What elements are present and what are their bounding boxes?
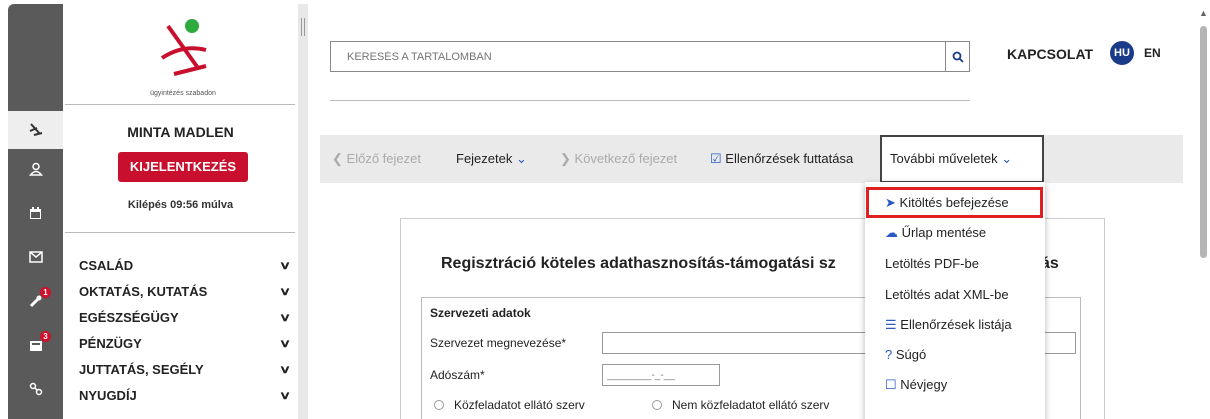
checkbox-checked-icon: ☑ [710, 151, 722, 166]
inbox-icon[interactable]: 3 [8, 326, 63, 364]
icon-rail: 1 3 [8, 4, 63, 419]
chevron-down-icon: ⌄ [1001, 151, 1013, 166]
chevron-down-icon: ∨ [278, 259, 292, 272]
search-icon [952, 51, 964, 63]
help-icon: ? [885, 347, 893, 362]
brand-logo[interactable]: ügyintézés szabadon [138, 18, 228, 98]
tax-number-field[interactable] [602, 364, 720, 386]
menu-item-help[interactable]: ? Súgó [865, 340, 1045, 370]
form-title: Regisztráció köteles adathasznosítás-tám… [441, 255, 836, 272]
chevron-down-icon: ∨ [278, 363, 292, 376]
nav-item-label: NYUGDÍJ [79, 387, 137, 403]
cloud-upload-icon: ☁ [885, 225, 898, 240]
next-chapter-button[interactable]: ❯ Következő fejezet [560, 135, 677, 183]
run-checks-button[interactable]: ☑ Ellenőrzések futtatása [710, 135, 853, 183]
calendar-icon[interactable] [8, 194, 63, 232]
nav-item-csalad[interactable]: CSALÁD ∨ [79, 254, 292, 276]
chevron-down-icon: ∨ [278, 311, 292, 324]
skier-logo-icon[interactable] [8, 111, 63, 149]
link-icon[interactable] [8, 370, 63, 408]
session-timer: Kilépés 09:56 múlva [127, 199, 234, 211]
panel-divider[interactable] [298, 4, 308, 419]
scrollbar-thumb[interactable] [1200, 26, 1207, 258]
lang-hu-button[interactable]: HU [1110, 41, 1134, 65]
radio-public-option[interactable]: Közfeladatot ellátó szerv [434, 398, 585, 412]
more-actions-menu: ➤ Kitöltés befejezése ☁ Űrlap mentése Le… [865, 182, 1045, 419]
nav-item-label: OKTATÁS, KUTATÁS [79, 283, 208, 299]
notification-badge: 3 [40, 331, 51, 342]
user-icon[interactable] [8, 150, 63, 188]
menu-item-xml[interactable]: Letöltés adat XML-be [865, 280, 1045, 310]
chevron-down-icon: ∨ [278, 337, 292, 350]
radio-button[interactable] [434, 400, 444, 410]
nav-item-label: EGÉSZSÉGÜGY [79, 309, 179, 325]
nav-item-egeszsegugy[interactable]: EGÉSZSÉGÜGY ∨ [79, 306, 292, 328]
radio-button[interactable] [652, 400, 662, 410]
nav-item-nyugdij[interactable]: NYUGDÍJ ∨ [79, 384, 292, 406]
search-bar [330, 41, 970, 72]
menu-item-label: Letöltés adat XML-be [885, 287, 1009, 302]
menu-item-label: Súgó [895, 347, 927, 362]
nav-item-penzugy[interactable]: PÉNZÜGY ∨ [79, 332, 292, 354]
menu-item-label: Letöltés PDF-be [885, 256, 979, 271]
menu-item-label: Ellenőrzések listája [900, 317, 1012, 332]
more-actions-dropdown[interactable]: További műveletek ⌄ [880, 135, 1044, 183]
nav-item-label: JUTTATÁS, SEGÉLY [79, 361, 204, 377]
chevron-down-icon: ∨ [278, 285, 292, 298]
menu-item-label: Űrlap mentése [901, 225, 987, 240]
nav-item-juttatas[interactable]: JUTTATÁS, SEGÉLY ∨ [79, 358, 292, 380]
nav-item-label: PÉNZÜGY [79, 335, 142, 351]
nav-item-label: CSALÁD [79, 257, 134, 273]
notification-badge: 1 [40, 287, 51, 298]
next-chapter-label: Következő fejezet [574, 151, 678, 166]
org-name-label: Szervezet megnevezése* [430, 336, 567, 350]
menu-item-pdf[interactable]: Letöltés PDF-be [865, 249, 1045, 279]
chevron-down-icon: ⌄ [516, 151, 527, 166]
form-toolbar: ❮ Előző fejezet Fejezetek ⌄ ❯ Következő … [320, 135, 1183, 183]
lang-en-button[interactable]: EN [1144, 46, 1161, 60]
divider [65, 232, 295, 233]
menu-item-finish[interactable]: ➤ Kitöltés befejezése [866, 187, 1043, 218]
send-icon: ➤ [885, 195, 896, 210]
square-icon: ☐ [885, 377, 897, 392]
header-divider [330, 100, 970, 101]
logo-caption: ügyintézés szabadon [150, 90, 216, 97]
chapters-label: Fejezetek [456, 151, 513, 166]
contact-link[interactable]: KAPCSOLAT [1007, 46, 1093, 62]
menu-item-save[interactable]: ☁ Űrlap mentése [865, 218, 1045, 248]
tax-number-label: Adószám* [430, 368, 485, 382]
search-button[interactable] [945, 42, 969, 71]
menu-item-label: Kitöltés befejezése [899, 195, 1009, 210]
menu-item-label: Névjegy [900, 377, 948, 392]
radio-label: Nem közfeladatot ellátó szerv [672, 398, 830, 412]
resize-grip-icon[interactable] [301, 18, 305, 36]
more-actions-label: További műveletek [890, 151, 998, 166]
chevron-left-icon: ❮ [332, 151, 343, 166]
chevron-right-icon: ❯ [560, 151, 571, 166]
divider [65, 104, 295, 105]
prev-chapter-label: Előző fejezet [346, 151, 421, 166]
menu-item-about[interactable]: ☐ Névjegy [865, 370, 1045, 400]
nav-item-oktatas[interactable]: OKTATÁS, KUTATÁS ∨ [79, 280, 292, 302]
section-title: Szervezeti adatok [430, 306, 531, 320]
run-checks-label: Ellenőrzések futtatása [725, 151, 854, 166]
radio-nonpublic-option[interactable]: Nem közfeladatot ellátó szerv [652, 398, 829, 412]
wrench-icon[interactable]: 1 [8, 282, 63, 320]
scroll-up-icon[interactable]: ▲ [1199, 8, 1208, 18]
prev-chapter-button[interactable]: ❮ Előző fejezet [332, 135, 421, 183]
chapters-dropdown[interactable]: Fejezetek ⌄ [456, 135, 527, 183]
chevron-down-icon: ∨ [278, 389, 292, 402]
sidebar: ügyintézés szabadon MINTA MADLEN KIJELEN… [63, 4, 298, 419]
list-icon: ☰ [885, 317, 897, 332]
logout-button[interactable]: KIJELENTKEZÉS [118, 152, 248, 182]
user-name: MINTA MADLEN [127, 124, 234, 140]
mail-icon[interactable] [8, 238, 63, 276]
search-input[interactable] [331, 42, 945, 71]
radio-label: Közfeladatot ellátó szerv [454, 398, 585, 412]
menu-item-checks-list[interactable]: ☰ Ellenőrzések listája [865, 310, 1045, 340]
